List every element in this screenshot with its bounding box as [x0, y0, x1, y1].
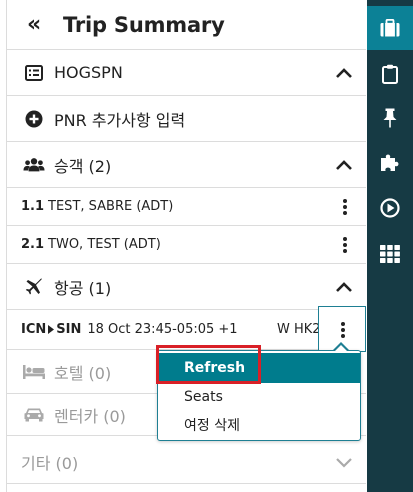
destination-airport: SIN — [56, 322, 82, 337]
users-icon — [23, 155, 45, 175]
grid-icon[interactable] — [367, 232, 413, 276]
panel-header: « Trip Summary — [7, 0, 366, 50]
kebab-menu-icon[interactable] — [341, 322, 345, 338]
flight-segment-row[interactable]: ICN SIN 18 Oct 23:45-05:05 +1 W HK2 — [7, 310, 366, 350]
clipboard-icon[interactable] — [367, 52, 413, 96]
other-label: 기타 (0) — [21, 453, 79, 473]
panel-title: Trip Summary — [63, 12, 225, 37]
passengers-label: 승객 (2) — [54, 156, 112, 176]
chevron-down-icon[interactable] — [334, 455, 354, 469]
passenger-name: TEST, SABRE (ADT) — [48, 199, 174, 214]
play-circle-icon[interactable] — [367, 186, 413, 230]
flight-detail: 18 Oct 23:45-05:05 +1 — [87, 322, 238, 337]
car-label: 렌터카 (0) — [54, 406, 126, 426]
menu-item-seats[interactable]: Seats — [158, 383, 360, 411]
pin-icon[interactable] — [367, 96, 413, 140]
add-pnr-label: PNR 추가사항 입력 — [54, 110, 186, 130]
pnr-section-header[interactable]: HOGSPN — [7, 50, 366, 96]
annotation-highlight-box — [156, 345, 261, 384]
briefcase-icon[interactable] — [367, 6, 413, 50]
puzzle-icon[interactable] — [367, 140, 413, 184]
list-icon — [23, 63, 45, 83]
hotel-label: 호텔 (0) — [54, 363, 112, 383]
passenger-number: 2.1 — [21, 237, 45, 252]
chevron-up-icon[interactable] — [334, 280, 354, 294]
air-section-header[interactable]: 항공 (1) — [7, 264, 366, 310]
pnr-locator: HOGSPN — [54, 63, 123, 82]
air-label: 항공 (1) — [54, 278, 112, 298]
add-pnr-button[interactable]: PNR 추가사항 입력 — [7, 96, 366, 142]
origin-airport: ICN — [21, 322, 47, 337]
plus-circle-icon — [23, 109, 45, 129]
right-sidebar-rail — [367, 0, 413, 492]
passenger-name: TWO, TEST (ADT) — [48, 237, 161, 252]
booking-status: W HK2 — [277, 322, 321, 337]
other-section-header[interactable]: 기타 (0) — [7, 440, 366, 484]
double-chevron-left-icon[interactable]: « — [27, 12, 63, 37]
kebab-menu-icon[interactable] — [343, 198, 347, 215]
menu-caret-inner — [334, 345, 348, 352]
kebab-menu-icon[interactable] — [343, 236, 347, 253]
menu-item-delete-itinerary[interactable]: 여정 삭제 — [158, 411, 360, 439]
caret-right-icon — [48, 325, 55, 334]
plane-icon — [23, 277, 45, 297]
bed-icon — [23, 362, 45, 382]
passenger-row[interactable]: 1.1 TEST, SABRE (ADT) — [7, 188, 366, 226]
passengers-section-header[interactable]: 승객 (2) — [7, 142, 366, 188]
chevron-up-icon[interactable] — [334, 66, 354, 80]
car-icon — [23, 405, 45, 425]
chevron-up-icon[interactable] — [334, 158, 354, 172]
passenger-row[interactable]: 2.1 TWO, TEST (ADT) — [7, 226, 366, 264]
passenger-number: 1.1 — [21, 199, 45, 214]
